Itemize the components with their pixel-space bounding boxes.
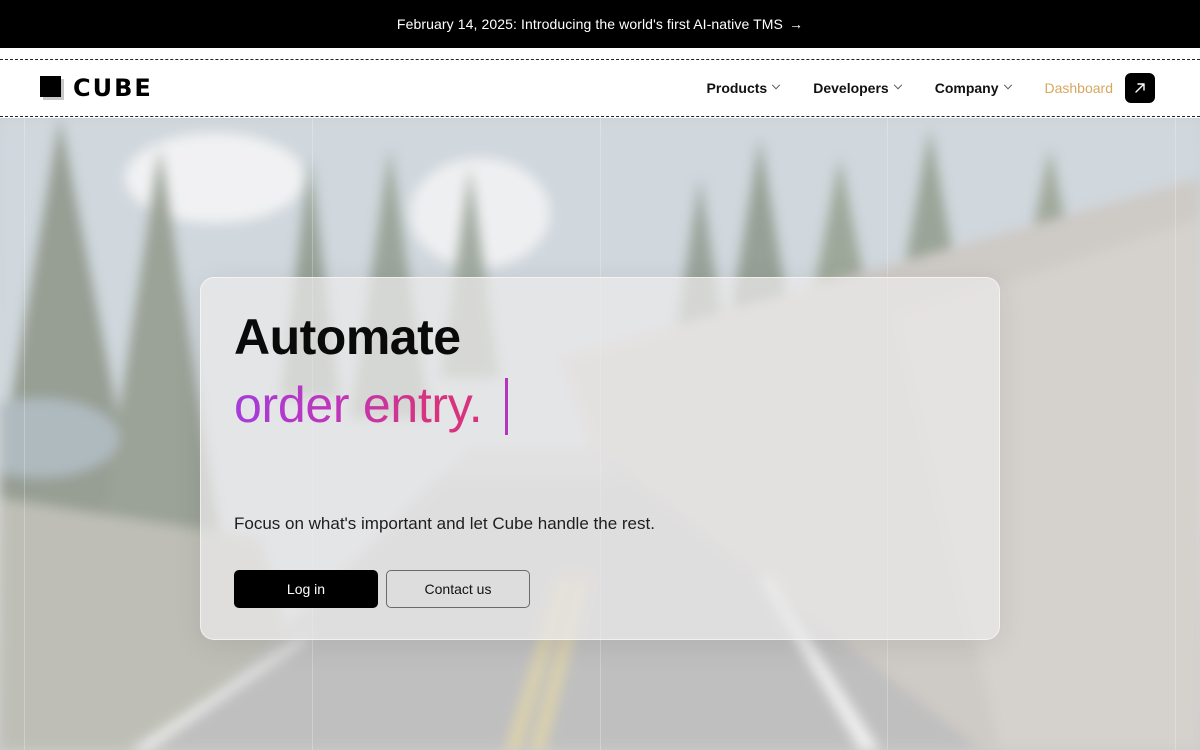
hero-subheading: Focus on what's important and let Cube h… <box>234 514 655 533</box>
hero-rotating-text: order entry. <box>234 377 483 433</box>
nav-developers[interactable]: Developers <box>813 80 902 96</box>
dashboard-link[interactable]: Dashboard <box>1045 80 1114 96</box>
nav-products[interactable]: Products <box>706 80 781 96</box>
hero-headline: Automate <box>234 309 461 365</box>
chevron-down-icon <box>771 80 781 90</box>
brand-name: CUBE <box>73 74 153 102</box>
nav-company[interactable]: Company <box>934 80 1012 96</box>
arrow-right-icon: → <box>788 16 804 32</box>
chevron-down-icon <box>1003 80 1012 90</box>
grid-line <box>1175 118 1176 750</box>
hero-card: Automate order entry. Focus on what's im… <box>200 277 1000 640</box>
announcement-text: February 14, 2025: Introducing the world… <box>396 16 783 32</box>
cube-logo-icon <box>40 76 64 100</box>
chevron-down-icon <box>893 80 902 90</box>
login-button[interactable]: Log in <box>234 570 378 608</box>
main-nav: Products Developers Company Dashboard <box>707 73 1155 103</box>
typing-caret <box>505 378 508 435</box>
nav-company-label: Company <box>934 80 999 96</box>
dashboard-button[interactable] <box>1125 73 1155 103</box>
site-header: CUBE Products Developers Company Dashboa… <box>0 59 1200 117</box>
nav-products-label: Products <box>706 80 768 96</box>
brand-logo[interactable]: CUBE <box>40 76 153 100</box>
contact-us-button[interactable]: Contact us <box>386 570 530 608</box>
nav-developers-label: Developers <box>813 80 889 96</box>
grid-line <box>24 118 25 750</box>
arrow-up-right-icon <box>1135 83 1145 93</box>
announcement-bar[interactable]: February 14, 2025: Introducing the world… <box>0 0 1200 48</box>
